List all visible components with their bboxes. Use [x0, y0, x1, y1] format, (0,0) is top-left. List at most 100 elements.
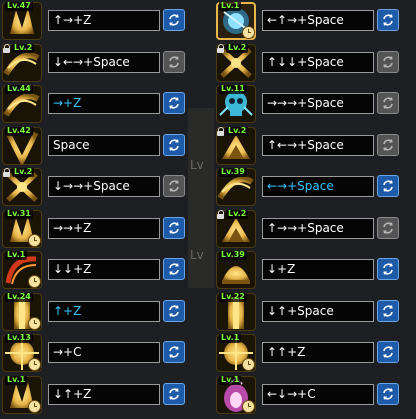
swap-command-button[interactable] [163, 92, 185, 114]
swap-command-button[interactable] [377, 92, 399, 114]
command-input-field[interactable]: ↑↑+Z [262, 342, 374, 363]
lock-icon [217, 43, 225, 53]
skill-row: Lv.24 ↑+Z [2, 291, 188, 332]
golden-crescent-slash-skill-icon[interactable]: Lv.2 [2, 43, 42, 82]
golden-x-slash-skill-icon[interactable]: Lv.2 [216, 43, 256, 82]
command-input-field[interactable]: ↑←→+Space [262, 134, 374, 156]
skill-row: Lv.1 ↑↑+Z [216, 332, 402, 373]
swap-command-button[interactable] [163, 258, 185, 280]
skill-level: Lv.24 [5, 292, 33, 302]
golden-beast-claw-skill-icon[interactable]: Lv.47 [2, 2, 42, 40]
command-input-field[interactable]: ↓↑+Space [262, 300, 374, 322]
swap-command-button[interactable] [377, 9, 399, 31]
skill-row: Lv.2 ↑←→+Space [216, 125, 402, 166]
swap-command-button[interactable] [163, 299, 185, 322]
background-panel: Lv Lv [188, 108, 214, 288]
skill-level: Lv.47 [5, 2, 33, 11]
skill-row: Lv.13 →+C [2, 332, 188, 373]
command-input-field[interactable]: ←→+Space [262, 176, 374, 197]
skill-level: Lv.11 [219, 85, 247, 94]
golden-crown-skill-icon[interactable]: Lv.2 [216, 209, 256, 248]
swap-command-button[interactable] [163, 133, 185, 156]
cooldown-clock-icon [28, 233, 41, 247]
golden-dash-skill-icon[interactable]: Lv.44 [2, 85, 42, 123]
golden-pyramid-skill-icon[interactable]: Lv.2 [216, 126, 256, 165]
command-input-field[interactable]: ←↓→+C [262, 383, 374, 405]
swap-command-button[interactable] [377, 341, 399, 363]
background-level-label: Lv [190, 248, 204, 262]
command-input-field[interactable]: ↓←→+Space [48, 51, 160, 73]
swap-command-button[interactable] [377, 133, 399, 156]
command-input-field[interactable]: →+C [48, 342, 160, 363]
swap-command-button[interactable] [163, 341, 185, 363]
crimson-arc-skill-icon[interactable]: Lv.1 [2, 251, 42, 289]
skill-level: Lv.31 [5, 209, 33, 219]
cooldown-clock-icon [28, 399, 41, 413]
swap-command-button[interactable] [163, 175, 185, 197]
golden-claw-wave-skill-icon[interactable]: Lv.31 [2, 209, 42, 248]
background-level-label: Lv [190, 158, 204, 172]
skill-row: Lv.39 ↓+Z [216, 249, 402, 290]
command-input-field[interactable]: ←↑→+Space [262, 10, 374, 31]
swap-command-button[interactable] [377, 50, 399, 73]
skill-row: Lv.22 ↓↑+Space [216, 291, 402, 332]
swap-command-button[interactable] [377, 382, 399, 405]
skill-level: Lv.44 [5, 85, 33, 94]
command-input-field[interactable]: ↑+Z [48, 300, 160, 322]
skill-level: Lv.1 [5, 251, 28, 260]
swap-command-button[interactable] [377, 175, 399, 197]
command-input-field[interactable]: ↑→+Z [48, 10, 160, 31]
swap-command-button[interactable] [377, 299, 399, 322]
golden-burst-skill-icon[interactable]: Lv.13 [2, 334, 42, 372]
skill-row: Lv.47 ↑→+Z [2, 0, 188, 41]
skill-level: Lv.39 [219, 251, 247, 260]
command-input-field[interactable]: ↓→→+Space [48, 176, 160, 197]
skill-level: Lv.22 [219, 292, 247, 302]
skill-level: Lv.1 [5, 375, 28, 385]
command-input-field[interactable]: →→+Z [48, 217, 160, 239]
skill-row: Lv.11 →→→+Space [216, 83, 402, 124]
skill-level: Lv.2 [226, 43, 249, 53]
swap-command-button[interactable] [163, 50, 185, 73]
cooldown-clock-icon [242, 399, 255, 413]
cooldown-clock-icon [242, 358, 255, 371]
golden-wind-skill-icon[interactable]: Lv.39 [216, 168, 256, 206]
swap-command-button[interactable] [377, 216, 399, 239]
swap-command-button[interactable] [163, 382, 185, 405]
swap-command-button[interactable] [163, 216, 185, 239]
lock-icon [217, 126, 225, 136]
skill-row: Lv.1 ←↑→+Space [216, 0, 402, 41]
skill-row: Lv.2 ↑↓↓+Space [216, 42, 402, 83]
skill-row: Lv.1 ↓↑+Z [2, 374, 188, 415]
golden-orb-burst-skill-icon[interactable]: Lv.1 [216, 334, 256, 372]
command-input-field[interactable]: ↑↓↓+Space [262, 51, 374, 73]
lock-icon [217, 209, 225, 219]
command-input-field[interactable]: →+Z [48, 93, 160, 114]
golden-beam-skill-icon[interactable]: Lv.22 [216, 292, 256, 331]
pink-flame-skill-icon[interactable]: Lv.1 [216, 375, 256, 414]
swap-command-button[interactable] [377, 258, 399, 280]
skill-level: Lv.13 [5, 334, 33, 343]
skill-level: Lv.39 [219, 168, 247, 177]
command-input-field[interactable]: ↑→→+Space [262, 217, 374, 239]
skill-level: Lv.2 [12, 43, 35, 53]
command-input-field[interactable]: Space [48, 134, 160, 156]
golden-pillar-skill-icon[interactable]: Lv.24 [2, 292, 42, 331]
skill-row: Lv.42 Space [2, 125, 188, 166]
cyan-skull-skill-icon[interactable]: Lv.11 [216, 85, 256, 123]
golden-dome-skill-icon[interactable]: Lv.39 [216, 251, 256, 289]
command-input-field[interactable]: ↓+Z [262, 259, 374, 280]
skill-row: Lv.2 ↓←→+Space [2, 42, 188, 83]
cooldown-clock-icon [28, 275, 41, 288]
blue-orb-skill-icon[interactable]: Lv.1 [216, 2, 256, 40]
command-input-field[interactable]: →→→+Space [262, 93, 374, 114]
golden-cross-strike-skill-icon[interactable]: Lv.2 [2, 168, 42, 206]
command-input-field[interactable]: ↓↓+Z [48, 259, 160, 280]
golden-uppercut-skill-icon[interactable]: Lv.1 [2, 375, 42, 414]
command-input-field[interactable]: ↓↑+Z [48, 383, 160, 405]
golden-v-slash-skill-icon[interactable]: Lv.42 [2, 126, 42, 165]
skill-row: Lv.31 →→+Z [2, 208, 188, 249]
swap-command-button[interactable] [163, 9, 185, 31]
skill-level: Lv.2 [226, 126, 249, 136]
skill-level: Lv.2 [226, 209, 249, 219]
